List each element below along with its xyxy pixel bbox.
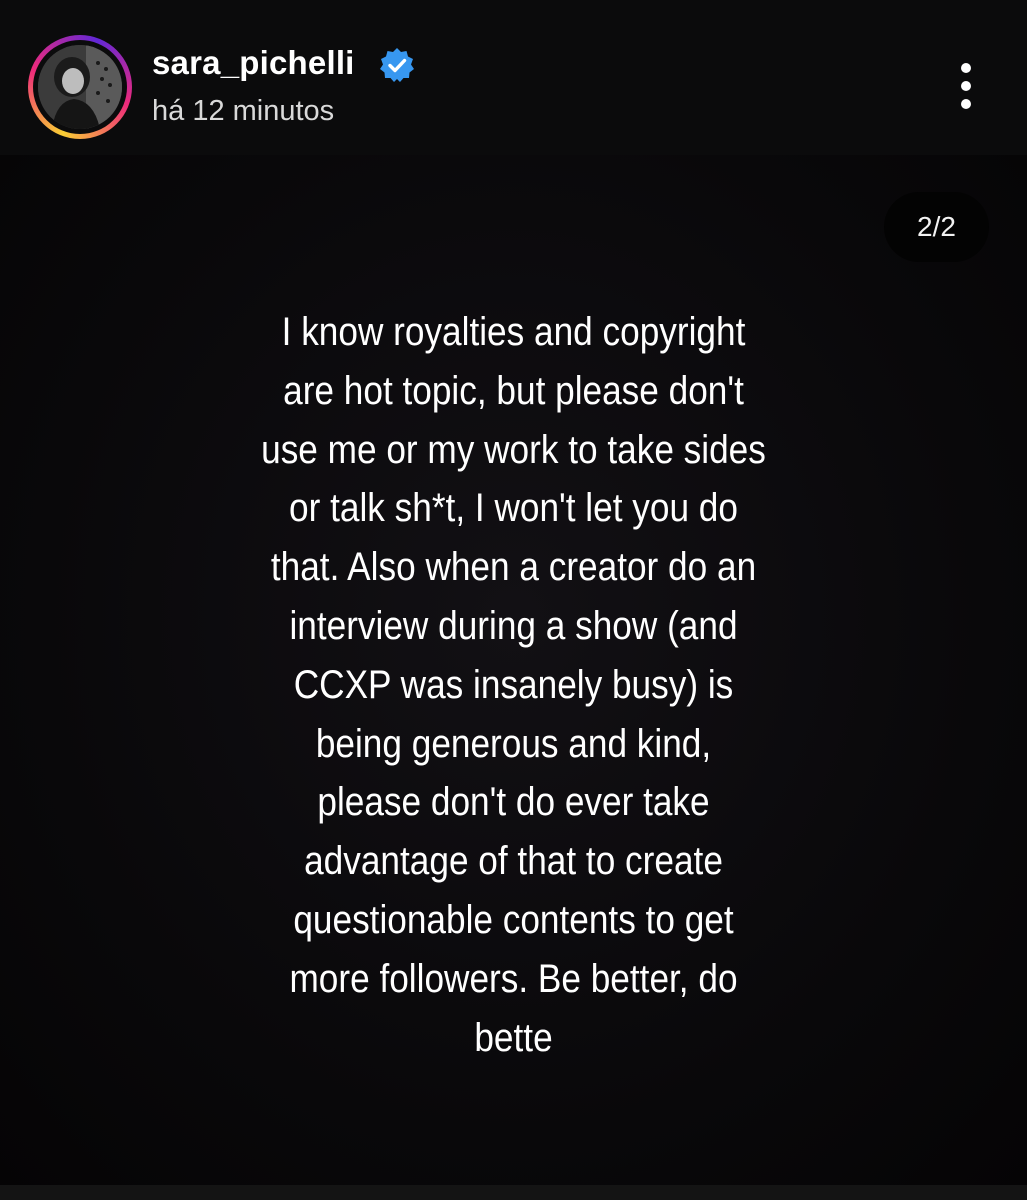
- story-page-counter: 2/2: [884, 192, 989, 262]
- username[interactable]: sara_pichelli: [152, 44, 355, 82]
- post-header: sara_pichelli há 12 minutos: [0, 0, 1027, 155]
- bottom-edge: [0, 1185, 1027, 1200]
- avatar[interactable]: [38, 45, 122, 129]
- more-vertical-icon: [961, 63, 971, 109]
- more-options-button[interactable]: [946, 58, 986, 118]
- story-text: I know royalties and copyright are hot t…: [261, 310, 766, 1060]
- avatar-photo: [38, 45, 122, 129]
- story-ring[interactable]: [28, 35, 132, 139]
- post-timestamp: há 12 minutos: [152, 95, 335, 127]
- verified-badge-icon: [380, 48, 414, 82]
